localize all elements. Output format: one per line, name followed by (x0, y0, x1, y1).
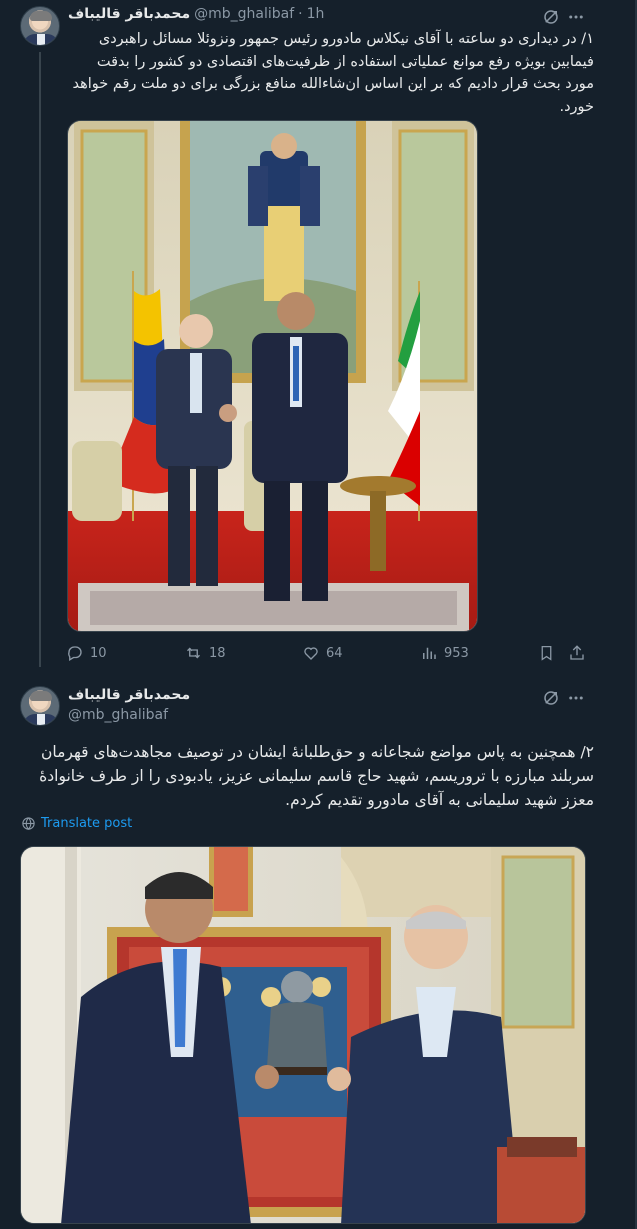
author-name[interactable]: محمدباقر قالیباف (68, 687, 190, 703)
avatar[interactable] (20, 686, 60, 726)
more-icon[interactable] (565, 6, 587, 28)
avatar[interactable] (20, 6, 60, 46)
share-icon (570, 645, 584, 660)
heart-icon (304, 647, 318, 660)
tweet-text: ۲/ همچنین به پاس مواضع شجاعانه و حق‌طلبا… (39, 743, 594, 809)
tweet-text: ۱/ در دیداری دو ساعته با آقای نیکلاس ماد… (72, 31, 594, 115)
separator-dot: · (298, 6, 303, 22)
bookmark-button[interactable] (538, 644, 561, 662)
tweet-header: محمدباقر قالیباف (68, 687, 190, 703)
author-handle[interactable]: @mb_ghalibaf (194, 6, 294, 22)
globe-icon (22, 817, 35, 830)
gift-photo (21, 847, 585, 1223)
grok-icon[interactable] (540, 6, 562, 28)
views-button[interactable]: 953 (420, 644, 469, 662)
grok-icon[interactable] (540, 687, 562, 709)
more-icon[interactable] (565, 687, 587, 709)
tweet-header: محمدباقر قالیباف @mb_ghalibaf · 1h (68, 6, 324, 22)
bookmark-icon (541, 645, 552, 661)
post-time[interactable]: 1h (307, 6, 325, 22)
translate-post-label: Translate post (41, 816, 133, 831)
views-count: 953 (444, 645, 469, 661)
views-icon (423, 647, 436, 659)
author-name[interactable]: محمدباقر قالیباف (68, 6, 190, 22)
tweet-actions: 10 18 64 953 (66, 644, 592, 666)
reply-icon (68, 646, 82, 661)
retweet-button[interactable]: 18 (184, 644, 226, 662)
author-handle[interactable]: @mb_ghalibaf (68, 707, 168, 723)
retweet-icon (187, 647, 200, 659)
author-handle-row: @mb_ghalibaf (68, 707, 168, 723)
retweet-count: 18 (209, 645, 226, 661)
translate-post-link[interactable]: Translate post (21, 816, 132, 831)
share-button[interactable] (568, 644, 592, 662)
handshake-photo (68, 121, 477, 631)
reply-button[interactable]: 10 (66, 644, 107, 662)
like-button[interactable]: 64 (302, 644, 343, 662)
tweet-image[interactable] (67, 120, 478, 632)
like-count: 64 (326, 645, 343, 661)
tweet-image[interactable] (20, 846, 586, 1224)
thread-connector-line (39, 52, 41, 667)
reply-count: 10 (90, 645, 107, 661)
